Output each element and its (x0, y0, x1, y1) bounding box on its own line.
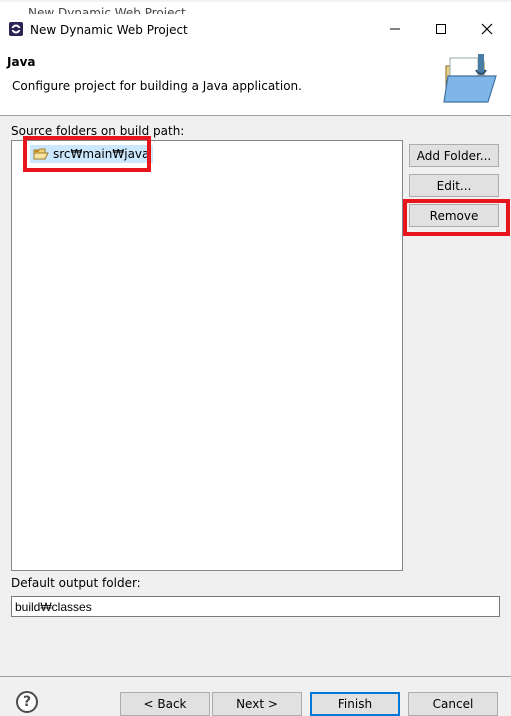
source-folders-tree[interactable] (11, 140, 403, 571)
output-folder-field[interactable] (11, 596, 500, 617)
help-icon[interactable]: ? (16, 691, 38, 713)
back-button[interactable]: < Back (120, 692, 210, 716)
remove-button[interactable]: Remove (409, 204, 499, 227)
output-folder-label: Default output folder: (11, 576, 141, 590)
tree-item-src-main-java[interactable]: src₩main₩java (30, 145, 154, 163)
edit-button[interactable]: Edit... (409, 174, 499, 197)
source-folders-label: Source folders on build path: (11, 124, 185, 138)
maximize-icon (436, 24, 446, 34)
add-folder-button[interactable]: Add Folder... (409, 144, 499, 167)
maximize-button[interactable] (418, 14, 464, 44)
next-button[interactable]: Next > (212, 692, 302, 716)
background-window-edge (0, 0, 511, 2)
banner-description: Configure project for building a Java ap… (12, 79, 302, 93)
banner-title: Java (7, 55, 36, 69)
close-button[interactable] (464, 14, 510, 44)
footer-separator (0, 676, 511, 677)
background-window-title: New Dynamic Web Project (28, 6, 186, 14)
source-folder-icon (33, 148, 49, 160)
cancel-button[interactable]: Cancel (408, 692, 498, 716)
eclipse-app-icon (8, 21, 24, 37)
tree-item-label: src₩main₩java (53, 147, 150, 161)
java-folder-wizard-icon (440, 50, 500, 106)
minimize-icon (390, 28, 400, 30)
window-title: New Dynamic Web Project (30, 23, 188, 37)
minimize-button[interactable] (372, 14, 418, 44)
finish-button[interactable]: Finish (310, 692, 400, 716)
close-icon (481, 23, 493, 35)
